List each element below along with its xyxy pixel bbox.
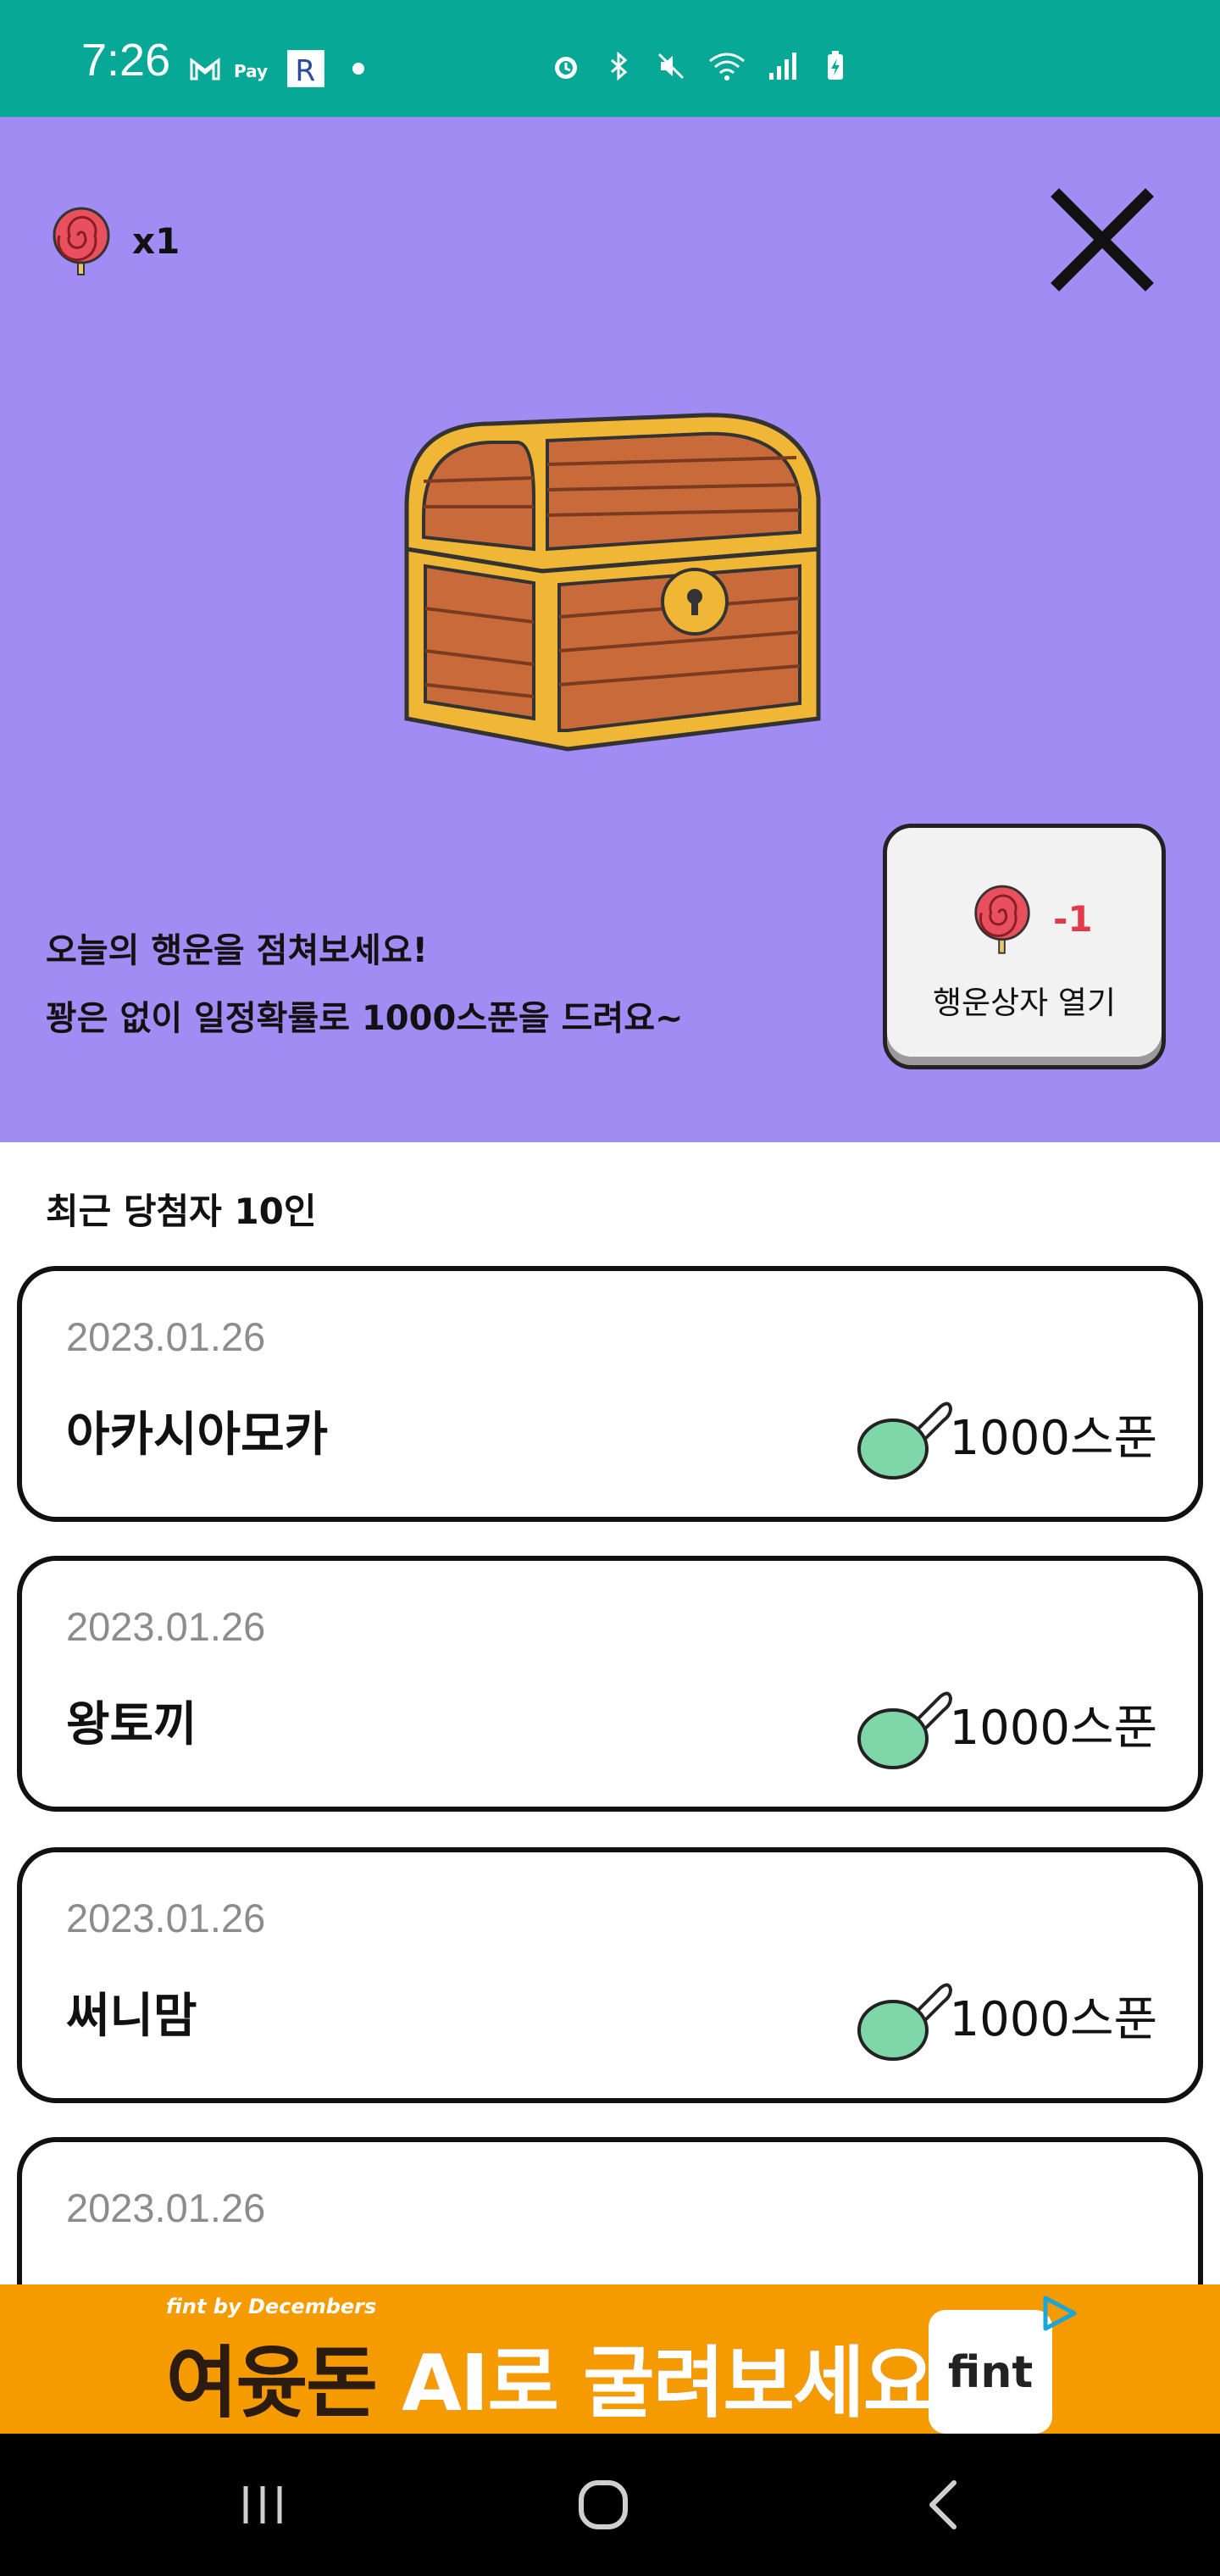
winner-amount: 1000스푼 bbox=[949, 1701, 1157, 1756]
winner-card: 2023.01.26 왕토끼 1000스푼 bbox=[17, 1556, 1203, 1812]
battery-charging-icon bbox=[828, 51, 843, 80]
winner-date: 2023.01.26 bbox=[66, 1604, 266, 1649]
hero-line-2: 꽝은 없이 일정확률로 1000스푼을 드려요~ bbox=[46, 999, 684, 1038]
ad-headline-light: AI로 굴려보세요! bbox=[375, 2338, 968, 2429]
open-cost-value: -1 bbox=[1053, 897, 1093, 940]
winner-date: 2023.01.26 bbox=[66, 2185, 266, 2230]
signal-icon bbox=[769, 53, 796, 80]
winner-name: 아카시아모카 bbox=[66, 1407, 329, 1463]
ad-logo-text: fint bbox=[947, 2347, 1034, 2398]
open-lucky-box-label: 행운상자 열기 bbox=[932, 985, 1116, 1021]
spoon-icon bbox=[857, 1983, 953, 2061]
home-icon[interactable] bbox=[569, 2471, 637, 2539]
ad-headline: 여윳돈 AI로 굴려보세요! bbox=[166, 2320, 968, 2433]
hero-description: 오늘의 행운을 점쳐보세요! 꽝은 없이 일정확률로 1000스푼을 드려요~ bbox=[46, 917, 684, 1052]
status-left-icons: Pay R bbox=[188, 49, 364, 88]
open-cost: -1 bbox=[972, 882, 1093, 955]
status-time: 7:26 bbox=[81, 35, 171, 86]
candy-count-value: x1 bbox=[132, 219, 180, 262]
ad-brand-small: fint by Decembers bbox=[166, 2295, 377, 2318]
wifi-icon bbox=[709, 53, 745, 80]
ad-banner[interactable]: fint by Decembers 여윳돈 AI로 굴려보세요! fint bbox=[0, 2285, 1220, 2434]
winner-date: 2023.01.26 bbox=[66, 1314, 266, 1359]
winner-date: 2023.01.26 bbox=[66, 1896, 266, 1940]
ad-headline-dark: 여윳돈 bbox=[166, 2338, 378, 2429]
candy-count: x1 bbox=[49, 205, 180, 276]
winner-card: 2023.01.26 아카시아모카 1000스푼 bbox=[17, 1266, 1203, 1522]
notification-dot bbox=[352, 63, 364, 75]
open-lucky-box-button[interactable]: -1 행운상자 열기 bbox=[883, 824, 1166, 1069]
spoon-icon bbox=[857, 1691, 953, 1769]
bluetooth-icon bbox=[611, 51, 628, 81]
recent-winners-title: 최근 당첨자 10인 bbox=[46, 1191, 317, 1232]
back-icon[interactable] bbox=[912, 2471, 979, 2539]
close-icon[interactable] bbox=[1047, 185, 1157, 295]
svg-text:Pay: Pay bbox=[234, 61, 268, 81]
status-right-icons bbox=[549, 49, 852, 83]
winner-amount: 1000스푼 bbox=[949, 1992, 1157, 2047]
recent-apps-icon[interactable] bbox=[229, 2471, 297, 2539]
winner-name: 써니맘 bbox=[66, 1989, 197, 2044]
system-nav-bar bbox=[0, 2434, 1220, 2576]
winner-card: 2023.01.26 써니맘 1000스푼 bbox=[17, 1847, 1203, 2103]
hero-line-1: 오늘의 행운을 점쳐보세요! bbox=[46, 931, 428, 970]
spoon-icon bbox=[857, 1402, 953, 1480]
ad-logo: fint bbox=[929, 2310, 1052, 2434]
winner-name: 왕토끼 bbox=[66, 1697, 197, 1752]
winner-amount: 1000스푼 bbox=[949, 1411, 1157, 1466]
lucky-box-hero: x1 오늘의 행운을 점쳐보세요! 꽝은 없이 일정확률로 1000스푼을 드려… bbox=[0, 117, 1220, 1142]
mute-icon bbox=[657, 53, 685, 80]
npay-icon: Pay bbox=[234, 61, 268, 81]
lollipop-icon bbox=[53, 207, 110, 275]
lollipop-icon bbox=[974, 885, 1030, 954]
r-app-icon: R bbox=[287, 50, 324, 88]
treasure-chest-image bbox=[404, 413, 821, 752]
gmail-icon bbox=[190, 58, 220, 80]
ad-choices-icon[interactable] bbox=[1039, 2293, 1079, 2334]
svg-text:R: R bbox=[295, 54, 315, 88]
alarm-icon bbox=[555, 57, 577, 79]
status-bar: 7:26 Pay R bbox=[0, 0, 1220, 117]
